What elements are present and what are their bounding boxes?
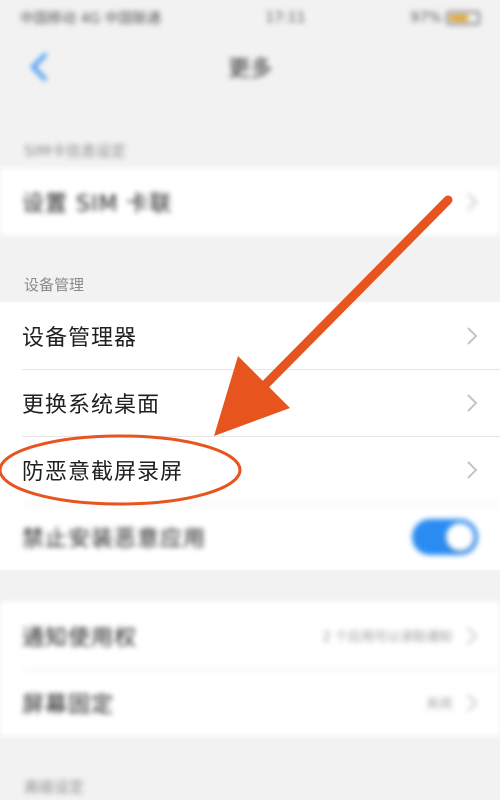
back-icon[interactable] <box>22 50 56 84</box>
chevron-right-icon <box>467 393 478 412</box>
chevron-right-icon <box>467 693 478 712</box>
battery-text: 97% <box>410 10 442 26</box>
row-sim-setting[interactable]: 设置 SIM 卡联 <box>0 168 500 235</box>
row-label: 设置 SIM 卡联 <box>22 191 173 217</box>
row-label: 防恶意截屏录屏 <box>22 459 184 485</box>
row-value: 关闭 <box>425 697 452 712</box>
row-screen-pinning[interactable]: 屏幕固定 关闭 <box>0 669 500 736</box>
chevron-right-icon <box>467 626 478 645</box>
row-device-manager[interactable]: 设备管理器 <box>0 302 500 369</box>
page-title: 更多 <box>227 57 272 82</box>
row-block-malicious-install[interactable]: 禁止安装恶意应用 <box>0 503 500 570</box>
toggle-knob <box>446 522 474 551</box>
row-anti-screenshot[interactable]: 防恶意截屏录屏 <box>0 436 500 503</box>
section-label-sim: SIM卡信息设定 <box>24 142 126 160</box>
section-label-device: 设备管理 <box>24 276 85 294</box>
group-sim: 设置 SIM 卡联 <box>0 168 500 235</box>
row-label: 更换系统桌面 <box>22 392 161 418</box>
chevron-right-icon <box>467 192 478 211</box>
row-label: 屏幕固定 <box>22 692 115 718</box>
top-bar: 更多 <box>0 36 500 98</box>
battery-area: 97% <box>410 10 480 26</box>
group-device: 设备管理器 更换系统桌面 防恶意截屏录屏 禁止安装恶意应用 <box>0 302 500 570</box>
row-label: 设备管理器 <box>22 325 138 351</box>
battery-icon <box>446 11 480 25</box>
row-label: 通知使用权 <box>22 625 138 651</box>
toggle-switch[interactable] <box>412 518 478 555</box>
chevron-right-icon <box>467 326 478 345</box>
chevron-right-icon <box>467 460 478 479</box>
group-other: 通知使用权 2 个应用可以读取通知 屏幕固定 关闭 <box>0 602 500 736</box>
status-bar: 中国移动 4G 中国联通 17:11 97% <box>0 0 500 36</box>
row-value: 2 个应用可以读取通知 <box>322 630 452 645</box>
clock-text: 17:11 <box>265 10 306 26</box>
section-label-advanced: 高级设定 <box>24 778 85 796</box>
row-label: 禁止安装恶意应用 <box>22 526 207 552</box>
row-notification-access[interactable]: 通知使用权 2 个应用可以读取通知 <box>0 602 500 669</box>
row-change-launcher[interactable]: 更换系统桌面 <box>0 369 500 436</box>
carrier-text: 中国移动 4G 中国联通 <box>20 11 161 27</box>
